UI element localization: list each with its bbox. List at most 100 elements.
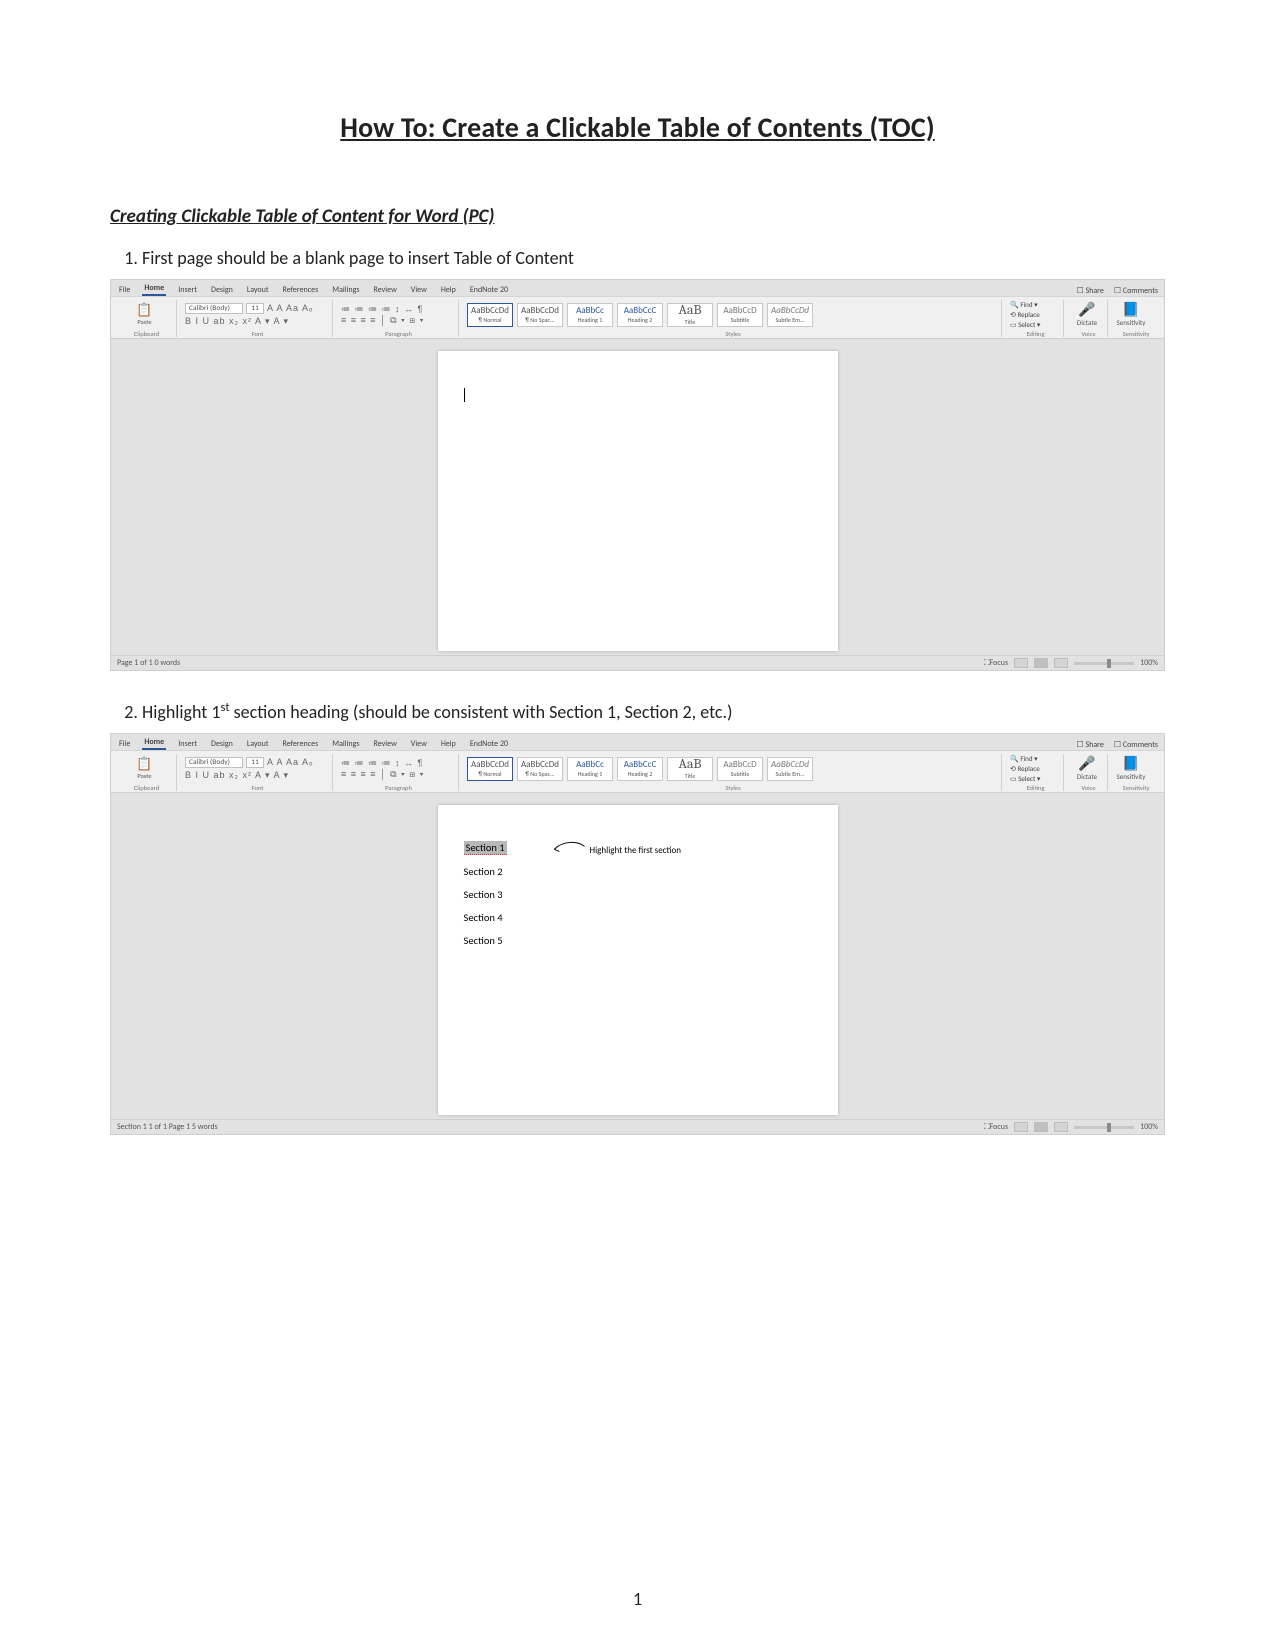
style-heading1-2[interactable]: AaBbCcHeading 1 (567, 757, 613, 781)
focus-mode-icon[interactable]: ⛶Focus (984, 658, 1008, 668)
style-title[interactable]: AaBTitle (667, 303, 713, 327)
tab-file-2[interactable]: File (117, 738, 132, 750)
screenshot-2: File Home Insert Design Layout Reference… (110, 733, 1165, 1135)
font-size[interactable]: 11 (246, 303, 264, 314)
dictate-icon[interactable]: 🎤 (1078, 303, 1095, 317)
font-name-2[interactable]: Calibri (Body) (185, 757, 243, 768)
style-subtitle-2[interactable]: AaBbCcDSubtitle (717, 757, 763, 781)
style-subtleem-2[interactable]: AaBbCcDdSubtle Em... (767, 757, 813, 781)
tab-layout[interactable]: Layout (245, 284, 271, 296)
find-button-2[interactable]: 🔍 Find ▾ (1010, 754, 1057, 763)
style-nospacing-2[interactable]: AaBbCcDd¶ No Spac... (517, 757, 563, 781)
style-heading1[interactable]: AaBbCcHeading 1 (567, 303, 613, 327)
zoom-slider[interactable] (1074, 662, 1134, 665)
select-button-2[interactable]: ▭ Select ▾ (1010, 774, 1057, 783)
paste-label: Paste (119, 318, 170, 326)
comments-button[interactable]: ☐ Comments (1114, 286, 1158, 296)
dictate-icon-2[interactable]: 🎤 (1078, 757, 1095, 771)
word-ribbon-2: 📋 Paste Clipboard Calibri (Body) 11 A A … (111, 750, 1164, 793)
view-web-icon[interactable] (1054, 658, 1068, 668)
view-print-icon[interactable] (1034, 658, 1048, 668)
tab-file[interactable]: File (117, 284, 132, 296)
ribbon-clipboard: 📋 Paste Clipboard (117, 300, 177, 337)
select-button[interactable]: ▭ Select ▾ (1010, 320, 1057, 329)
sensitivity-icon-2[interactable]: 📘 (1122, 757, 1139, 771)
word-tabbar: File Home Insert Design Layout Reference… (111, 280, 1164, 296)
tab-design-2[interactable]: Design (209, 738, 235, 750)
text-cursor-icon (464, 388, 465, 402)
view-web-icon-2[interactable] (1054, 1122, 1068, 1132)
style-title-2[interactable]: AaBTitle (667, 757, 713, 781)
sensitivity-icon[interactable]: 📘 (1122, 303, 1139, 317)
share-button[interactable]: ☐ Share (1076, 286, 1103, 296)
view-read-icon-2[interactable] (1014, 1122, 1028, 1132)
ribbon-editing: 🔍 Find ▾ ⟲ Replace ▭ Select ▾ Editing (1008, 300, 1064, 337)
section-4[interactable]: Section 4 (464, 911, 812, 924)
font-glyphs-bot[interactable]: B I U ab x₂ x² A ▾ A ▾ (185, 316, 326, 327)
tab-home-2[interactable]: Home (142, 736, 166, 750)
tab-mailings-2[interactable]: Mailings (330, 738, 361, 750)
status-left-2: Section 1 1 of 1 Page 1 5 words (117, 1122, 218, 1132)
replace-button-2[interactable]: ⟲ Replace (1010, 764, 1057, 773)
view-read-icon[interactable] (1014, 658, 1028, 668)
tab-view-2[interactable]: View (409, 738, 429, 750)
zoom-value-2[interactable]: 100% (1140, 1122, 1158, 1132)
page-number: 1 (0, 1588, 1275, 1610)
ribbon-paragraph-2: ≔ ≔ ≔ ≔ ↕ ↔ ¶ ≡ ≡ ≡ ≡ │ ⧉ ▾ ⊞ ▾ Paragrap… (339, 754, 459, 791)
paste-icon[interactable]: 📋 (119, 303, 170, 318)
para-glyphs-bot[interactable]: ≡ ≡ ≡ ≡ │ ⧉ ▾ ⊞ ▾ (341, 315, 452, 326)
section-2[interactable]: Section 2 (464, 865, 812, 878)
tab-design[interactable]: Design (209, 284, 235, 296)
style-heading2-2[interactable]: AaBbCcCHeading 2 (617, 757, 663, 781)
tab-endnote[interactable]: EndNote 20 (468, 284, 510, 296)
section-5[interactable]: Section 5 (464, 934, 812, 947)
step-1: First page should be a blank page to ins… (142, 246, 1165, 271)
font-name[interactable]: Calibri (Body) (185, 303, 243, 314)
ribbon-clipboard-2: 📋 Paste Clipboard (117, 754, 177, 791)
ribbon-styles: AaBbCcDd¶ Normal AaBbCcDd¶ No Spac... Aa… (465, 300, 1002, 337)
ribbon-sensitivity-2: 📘 Sensitivity Sensitivity (1114, 754, 1158, 791)
tab-insert-2[interactable]: Insert (176, 738, 199, 750)
style-heading2[interactable]: AaBbCcCHeading 2 (617, 303, 663, 327)
tab-home[interactable]: Home (142, 282, 166, 296)
ribbon-editing-2: 🔍 Find ▾ ⟲ Replace ▭ Select ▾ Editing (1008, 754, 1064, 791)
tab-mailings[interactable]: Mailings (330, 284, 361, 296)
style-nospacing[interactable]: AaBbCcDd¶ No Spac... (517, 303, 563, 327)
word-page-blank[interactable] (438, 351, 838, 651)
find-button[interactable]: 🔍 Find ▾ (1010, 300, 1057, 309)
style-subtitle[interactable]: AaBbCcDSubtitle (717, 303, 763, 327)
word-doc-area-1 (111, 339, 1164, 655)
tab-references-2[interactable]: References (281, 738, 321, 750)
word-statusbar-2: Section 1 1 of 1 Page 1 5 words ⛶Focus 1… (111, 1119, 1164, 1134)
focus-mode-icon-2[interactable]: ⛶Focus (984, 1122, 1008, 1132)
section-1-highlighted[interactable]: Section 1 (464, 841, 507, 855)
comments-button-2[interactable]: ☐ Comments (1114, 740, 1158, 750)
paste-icon-2[interactable]: 📋 (119, 757, 170, 772)
style-normal-2[interactable]: AaBbCcDd¶ Normal (467, 757, 513, 781)
tab-view[interactable]: View (409, 284, 429, 296)
tab-references[interactable]: References (281, 284, 321, 296)
step-2: Highlight 1st section heading (should be… (142, 699, 1165, 725)
tab-layout-2[interactable]: Layout (245, 738, 271, 750)
para-glyphs-top[interactable]: ≔ ≔ ≔ ≔ ↕ ↔ ¶ (341, 304, 452, 315)
doc-title: How To: Create a Clickable Table of Cont… (110, 110, 1165, 145)
style-subtleem[interactable]: AaBbCcDdSubtle Em... (767, 303, 813, 327)
ribbon-styles-2: AaBbCcDd¶ Normal AaBbCcDd¶ No Spac... Aa… (465, 754, 1002, 791)
replace-button[interactable]: ⟲ Replace (1010, 310, 1057, 319)
view-print-icon-2[interactable] (1034, 1122, 1048, 1132)
zoom-value[interactable]: 100% (1140, 658, 1158, 668)
tab-help-2[interactable]: Help (439, 738, 458, 750)
tab-review[interactable]: Review (372, 284, 399, 296)
tab-insert[interactable]: Insert (176, 284, 199, 296)
font-size-2[interactable]: 11 (246, 757, 264, 768)
share-button-2[interactable]: ☐ Share (1076, 740, 1103, 750)
tab-review-2[interactable]: Review (372, 738, 399, 750)
zoom-slider-2[interactable] (1074, 1126, 1134, 1129)
tab-endnote-2[interactable]: EndNote 20 (468, 738, 510, 750)
section-3[interactable]: Section 3 (464, 888, 812, 901)
screenshot-1: File Home Insert Design Layout Reference… (110, 279, 1165, 671)
tab-help[interactable]: Help (439, 284, 458, 296)
word-page-sections[interactable]: Section 1 Section 2 Section 3 Section 4 … (438, 805, 838, 1115)
style-normal[interactable]: AaBbCcDd¶ Normal (467, 303, 513, 327)
font-glyphs-top[interactable]: A A Aa Aₒ (267, 303, 313, 313)
